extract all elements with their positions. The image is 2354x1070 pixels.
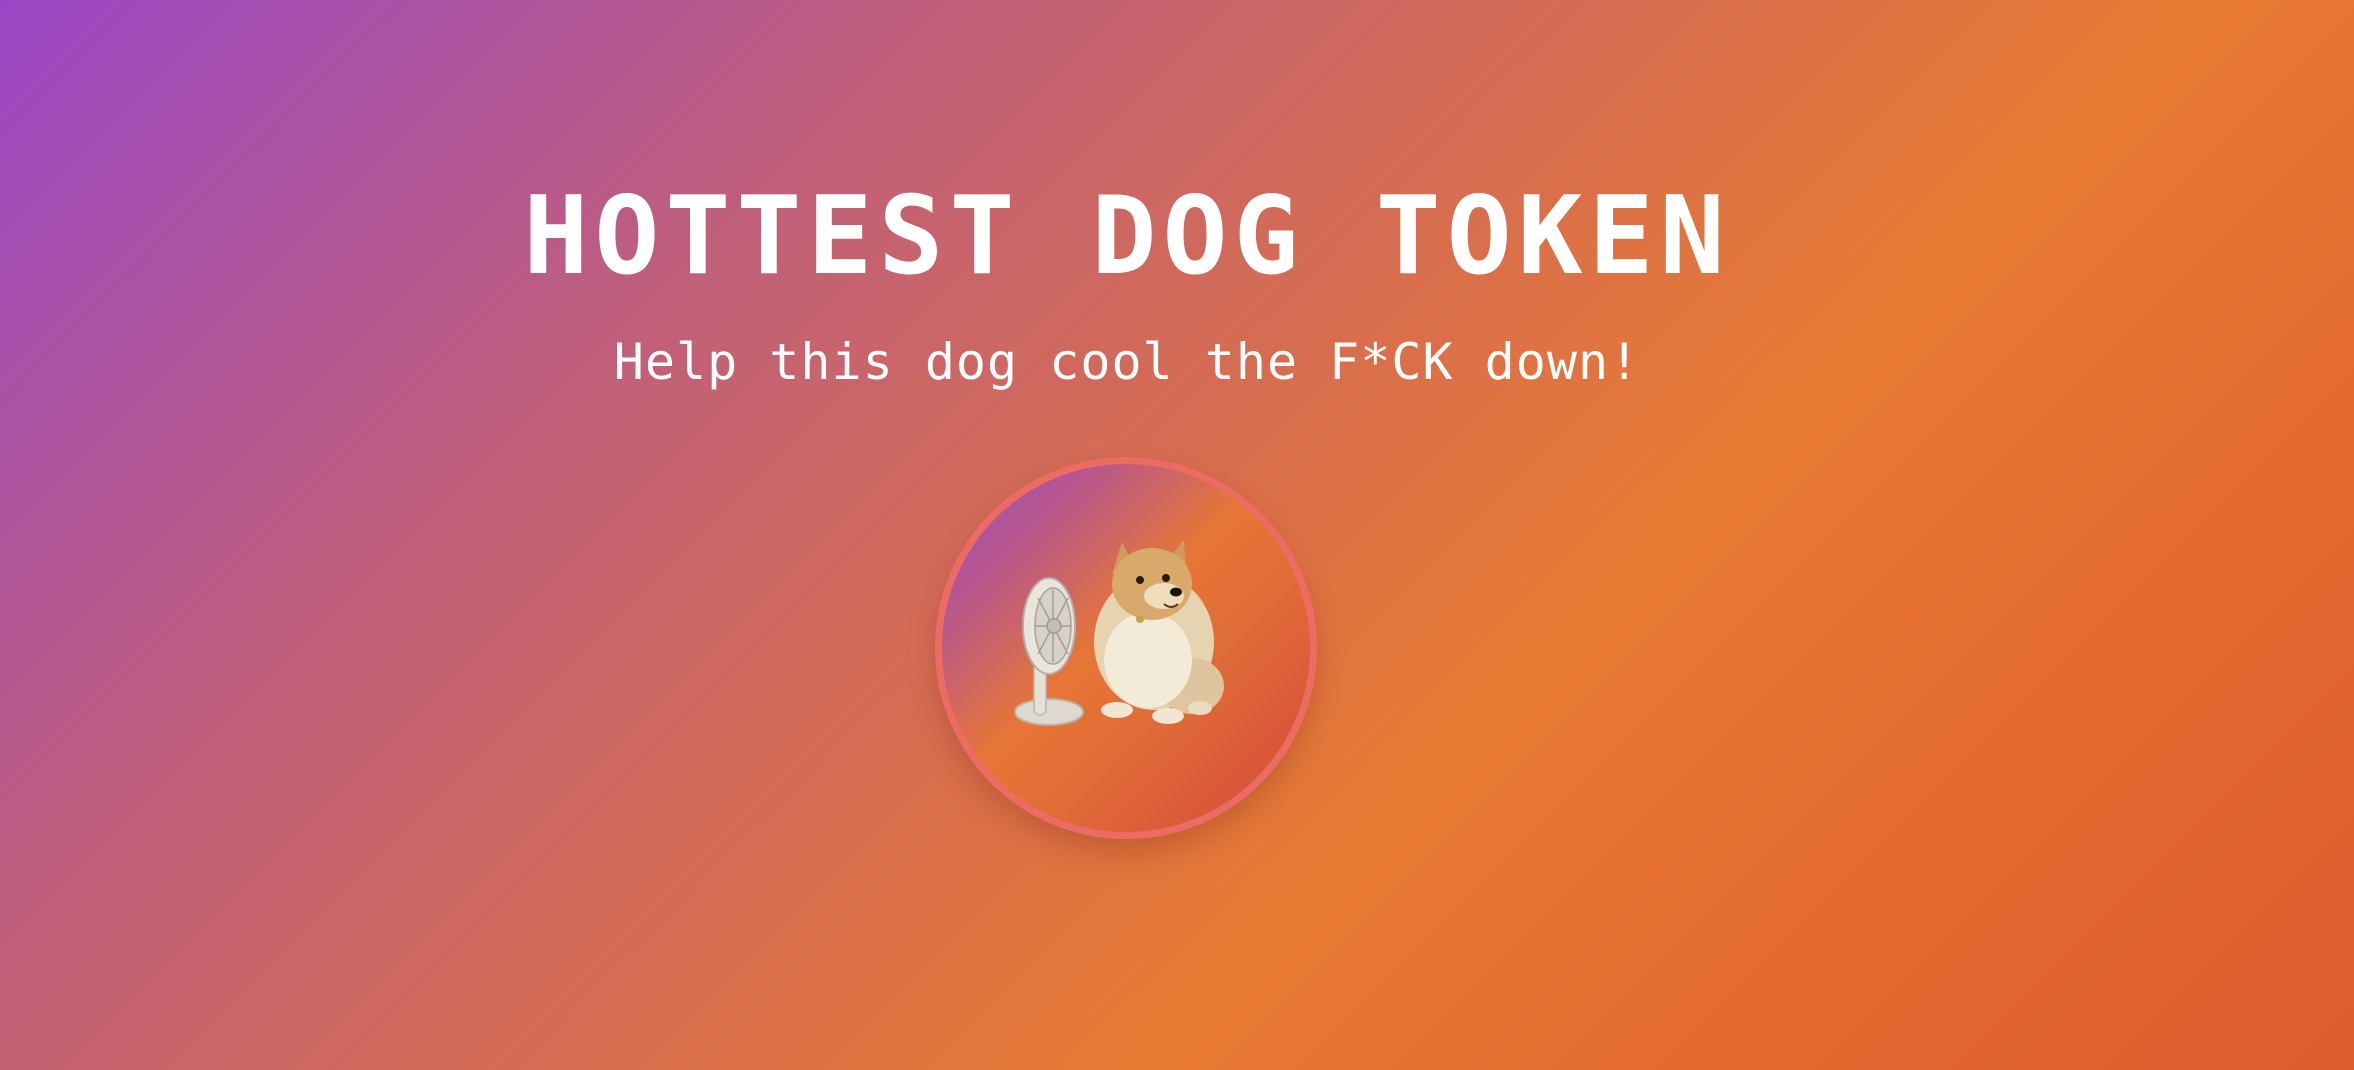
pomeranian-dog-icon: [1094, 540, 1224, 724]
page-subtitle: Help this dog cool the F*CK down!: [613, 333, 1641, 391]
desk-fan-icon: [1014, 577, 1084, 726]
hero-section: HOTTEST DOG TOKEN Help this dog cool the…: [0, 0, 2354, 1070]
page-title: HOTTEST DOG TOKEN: [523, 174, 1731, 299]
mascot-avatar: [935, 457, 1317, 839]
